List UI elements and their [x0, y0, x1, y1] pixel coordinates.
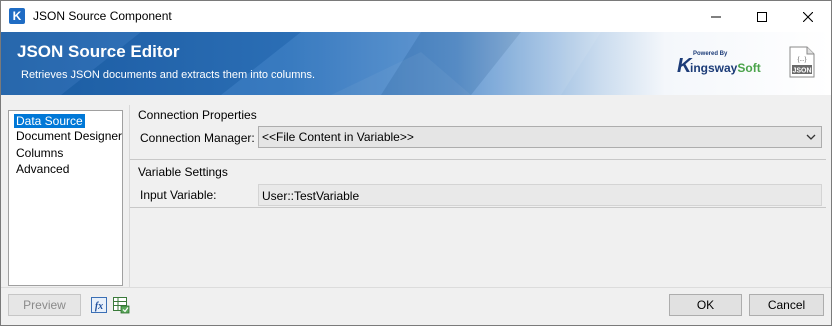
ok-button[interactable]: OK	[669, 294, 742, 316]
banner-subtitle: Retrieves JSON documents and extracts th…	[21, 69, 316, 81]
brand-name: ingswaySoft	[690, 61, 761, 75]
navigation-list[interactable]: Data Source Document Designer Columns Ad…	[8, 110, 123, 286]
json-file-glyph: {...}	[797, 57, 806, 63]
title-bar[interactable]: K JSON Source Component	[1, 1, 831, 32]
close-button[interactable]	[785, 1, 831, 32]
cancel-button[interactable]: Cancel	[749, 294, 824, 316]
maximize-icon	[757, 11, 767, 22]
editor-banner: JSON Source Editor Retrieves JSON docume…	[1, 32, 831, 95]
banner-title: JSON Source Editor	[17, 42, 180, 61]
json-file-icon: {...} JSON	[789, 46, 815, 78]
input-variable-field[interactable]: User::TestVariable	[258, 184, 822, 206]
column-grid-icon[interactable]	[113, 297, 130, 314]
nav-item-document-designer[interactable]: Document Designer	[14, 129, 124, 143]
expression-fx-icon[interactable]: fx	[91, 297, 107, 313]
variable-settings-group: Variable Settings Input Variable: User::…	[130, 161, 826, 208]
input-variable-value: User::TestVariable	[262, 189, 360, 203]
dialog-window: K JSON Source Component JSON Source Edit…	[0, 0, 832, 326]
connection-manager-select[interactable]: <<File Content in Variable>>	[258, 126, 822, 148]
footer-divider	[1, 287, 831, 288]
minimize-icon	[711, 16, 721, 17]
connection-properties-header: Connection Properties	[138, 108, 257, 122]
input-variable-label: Input Variable:	[140, 188, 217, 202]
variable-settings-header: Variable Settings	[138, 165, 228, 179]
close-icon	[803, 11, 813, 22]
connection-manager-value: <<File Content in Variable>>	[262, 130, 414, 144]
brand-name-soft: Soft	[737, 61, 761, 75]
maximize-button[interactable]	[739, 1, 785, 32]
brand-powered-by: Powered By	[693, 51, 728, 57]
svg-text:fx: fx	[95, 301, 103, 312]
chevron-down-icon	[806, 134, 816, 140]
minimize-button[interactable]	[693, 1, 739, 32]
window-title: JSON Source Component	[33, 9, 172, 23]
json-file-label: JSON	[792, 68, 811, 75]
brand-name-main: ingsway	[690, 61, 738, 75]
connection-properties-group: Connection Properties Connection Manager…	[130, 105, 826, 160]
settings-panel: Connection Properties Connection Manager…	[129, 105, 826, 287]
connection-manager-label: Connection Manager:	[140, 131, 255, 145]
nav-item-advanced[interactable]: Advanced	[14, 162, 71, 176]
nav-item-columns[interactable]: Columns	[14, 146, 65, 160]
nav-item-data-source[interactable]: Data Source	[14, 114, 85, 128]
preview-button[interactable]: Preview	[8, 294, 81, 316]
kingswaysoft-logo: Powered By K ingswaySoft	[677, 51, 777, 81]
kingsway-app-icon: K	[9, 8, 25, 24]
